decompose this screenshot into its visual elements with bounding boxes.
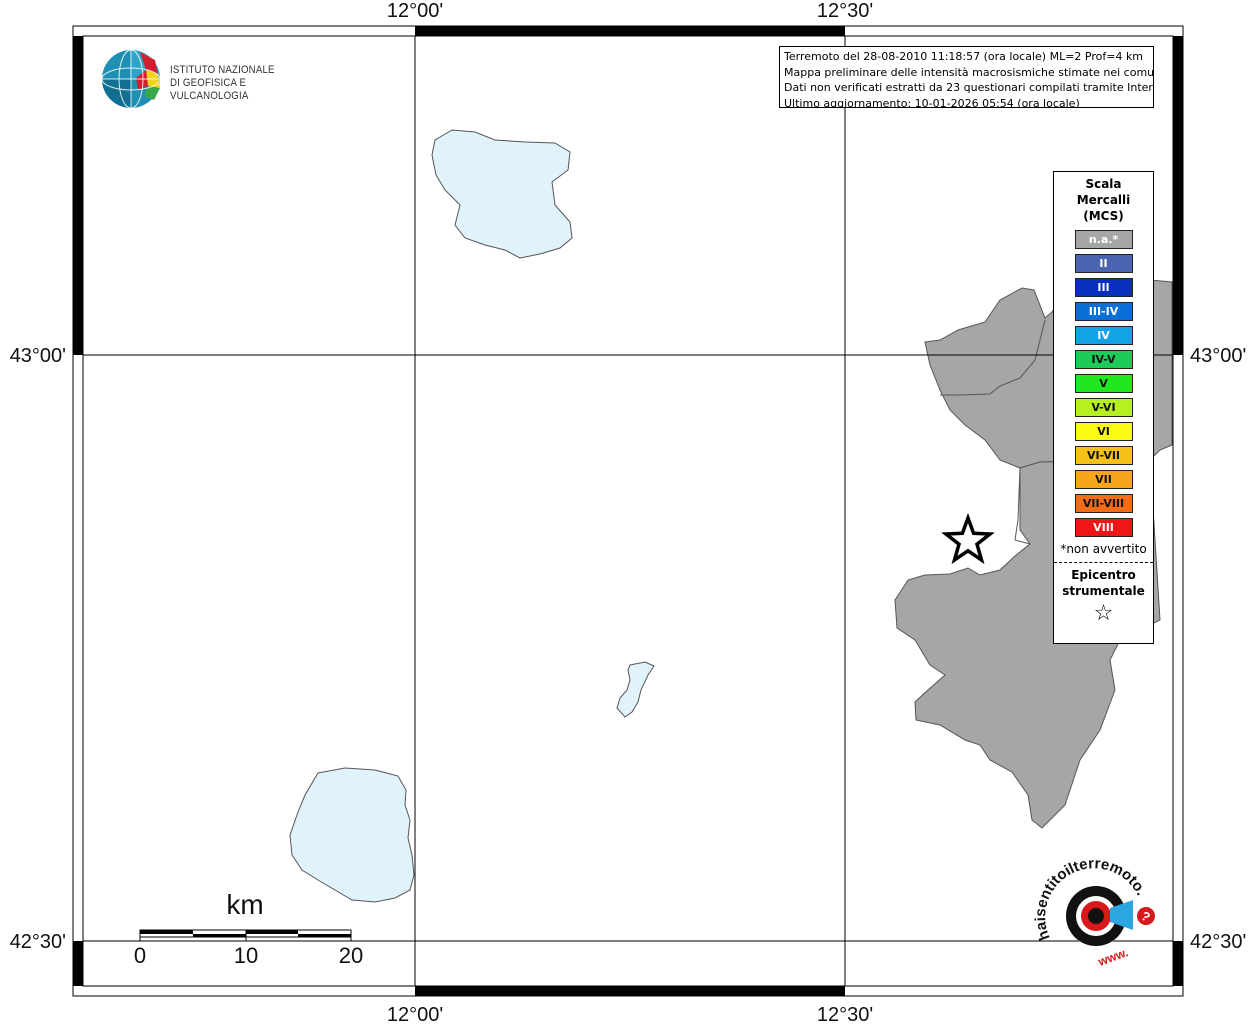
legend-title-line2: Mercalli [1076, 193, 1131, 207]
info-line-2: Mappa preliminare delle intensità macros… [784, 65, 1154, 79]
ingv-name: ISTITUTO NAZIONALE DI GEOFISICA E VULCAN… [170, 64, 298, 103]
earthquake-logo-icon: haisentitoilterremoto.it ? www. [1026, 845, 1155, 969]
legend-swatch: VI [1074, 422, 1133, 441]
legend-swatch: IV [1074, 326, 1133, 345]
legend-swatch: III-IV [1074, 302, 1133, 321]
legend-swatch: II [1074, 254, 1133, 273]
lon-label-top-1: 12°00' [387, 0, 443, 22]
ingv-logo: ISTITUTO NAZIONALE DI GEOFISICA E VULCAN… [100, 48, 315, 110]
legend-epi-line2: strumentale [1062, 584, 1145, 598]
lat-label-left-2: 42°30' [10, 931, 66, 953]
ingv-name-line2: DI GEOFISICA E VULCANOLOGIA [170, 77, 249, 102]
legend-title-line3: (MCS) [1083, 209, 1124, 223]
lon-label-bottom-1: 12°00' [387, 1004, 443, 1024]
info-line-4: Ultimo aggiornamento: 10-01-2026 05:54 (… [784, 96, 1080, 108]
www-text: www. [1095, 945, 1130, 969]
lon-label-bottom-2: 12°30' [817, 1004, 873, 1024]
scale-unit: km [226, 889, 263, 920]
legend-swatch: VII-VIII [1074, 494, 1133, 513]
legend-swatch: n.a.* [1074, 230, 1133, 249]
hai-sentito-logo: haisentitoilterremoto.it ? www. [1026, 845, 1168, 978]
legend-swatch: IV-V [1074, 350, 1133, 369]
info-line-1: Terremoto del 28-08-2010 11:18:57 (ora l… [784, 50, 1144, 63]
star-icon: ☆ [1093, 601, 1114, 626]
lat-label-right-2: 42°30' [1190, 931, 1246, 953]
legend-swatch: VIII [1074, 518, 1133, 537]
map-area [82, 35, 1174, 987]
legend-epi-line1: Epicentro [1071, 568, 1136, 582]
legend-swatch: VI-VII [1074, 446, 1133, 465]
legend-swatch: V-VI [1074, 398, 1133, 417]
legend-title: Scala Mercalli (MCS) [1054, 176, 1153, 224]
legend-note: *non avvertito [1060, 542, 1147, 556]
legend-title-line1: Scala [1085, 177, 1122, 191]
scale-tick-20: 20 [339, 943, 363, 968]
legend-swatch: V [1074, 374, 1133, 393]
legend-swatch: VII [1074, 470, 1133, 489]
globe-icon [101, 49, 161, 109]
ingv-name-line1: ISTITUTO NAZIONALE [170, 64, 275, 76]
scale-tick-10: 10 [234, 943, 258, 968]
lat-label-left-1: 43°00' [10, 345, 66, 367]
legend-swatches: n.a.* II III III-IV IV IV-V V V-VI VI VI-VII VII VI… [1054, 230, 1153, 537]
legend-epicenter-label: Epicentro strumentale [1054, 567, 1153, 599]
mcs-legend: Scala Mercalli (MCS) n.a.* II III III-IV IV I… [1053, 171, 1154, 644]
lon-label-top-2: 12°30' [817, 0, 873, 22]
legend-swatch: III [1074, 278, 1133, 297]
legend-separator [1054, 562, 1153, 563]
scale-tick-0: 0 [134, 943, 146, 968]
lat-label-right-1: 43°00' [1190, 345, 1246, 367]
earthquake-info-box: Terremoto del 28-08-2010 11:18:57 (ora l… [779, 46, 1154, 108]
info-line-3: Dati non verificati estratti da 23 quest… [784, 81, 1154, 94]
